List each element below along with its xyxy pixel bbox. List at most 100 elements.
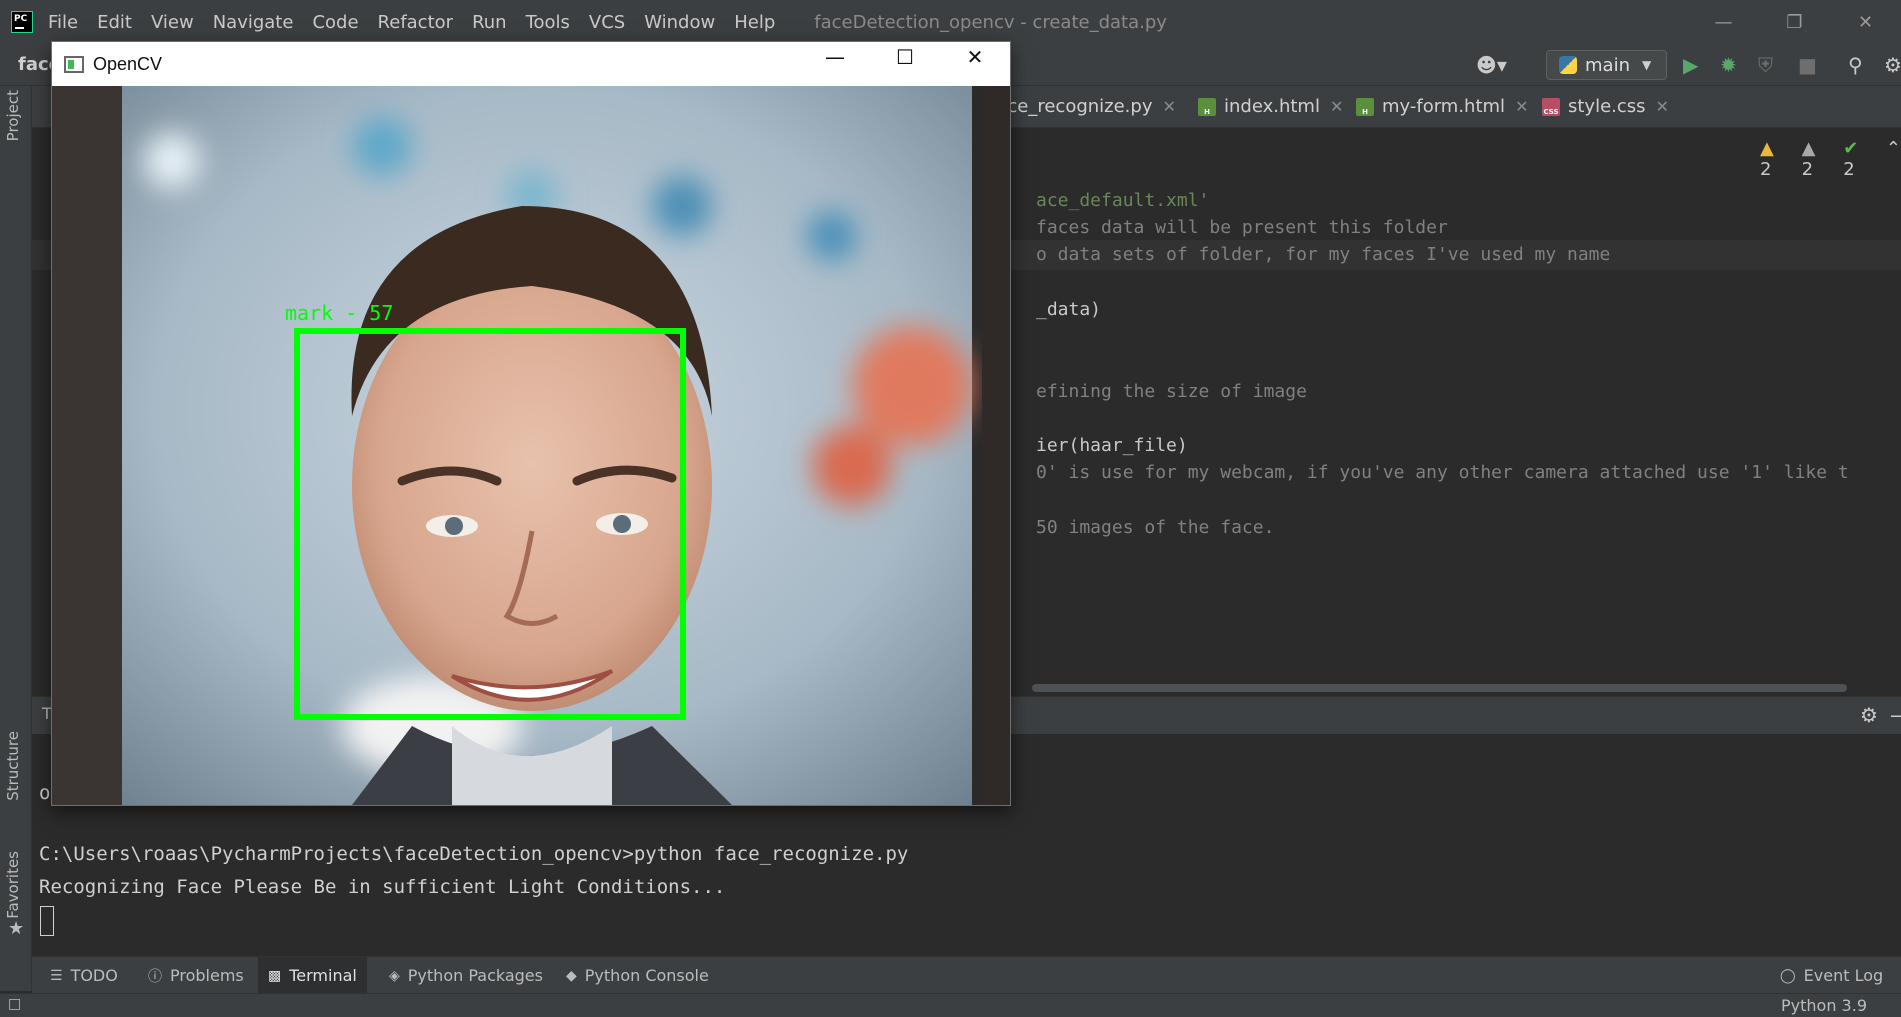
stop-icon[interactable]: ■ [1798,53,1817,77]
terminal-cursor [40,906,54,936]
tab-label: TODO [70,966,118,985]
tab-label: Python Packages [407,966,543,985]
hide-icon[interactable]: — [1890,703,1901,727]
warning-count: 2 [1760,159,1772,180]
run-configuration-label: main [1585,54,1630,76]
webcam-frame: mark - 57 [52,86,1010,805]
interpreter-status[interactable]: Python 3.9 [1781,996,1867,1015]
minimize-icon[interactable]: — [800,42,870,72]
chevron-up-icon[interactable]: ⌃ [1886,138,1901,180]
tab-face-recognize[interactable]: face_recognize.py ✕ [990,96,1176,117]
status-bar: □ Python 3.9 [0,993,1901,1017]
minimize-icon[interactable]: — [1688,0,1759,44]
menu-window[interactable]: Window [644,12,715,33]
favorites-tool-tab[interactable]: Favorites [4,851,22,919]
horizontal-scrollbar[interactable] [1032,684,1847,692]
chat-bubble-icon: ◯ [1780,967,1796,984]
tab-label: index.html [1224,96,1320,117]
event-log-button[interactable]: ◯ Event Log [1770,957,1893,994]
tab-label: Problems [170,966,244,985]
menu-view[interactable]: View [151,12,194,33]
project-tool-tab[interactable]: Project [4,90,22,141]
left-tool-strip: Project Structure Favorites ★ [0,86,32,991]
coverage-icon[interactable]: ⛨ [1758,53,1773,77]
gear-icon[interactable]: ⚙ [1860,703,1878,727]
chevron-down-icon: ▼ [1641,58,1652,72]
maximize-icon[interactable]: ☐ [870,42,940,72]
panel-toggle-icon[interactable]: □ [8,996,21,1012]
user-icon[interactable]: ☻▾ [1476,53,1507,77]
close-icon[interactable]: ✕ [1515,97,1528,116]
debug-icon[interactable]: ✹ [1720,53,1737,77]
menu-refactor[interactable]: Refactor [378,12,454,33]
code-line: 0' is use for my webcam, if you've any o… [1036,462,1849,483]
weak-warning-count: 2 [1801,159,1814,180]
inspection-widget[interactable]: ▲ 2 ▲ 2 ✔ 2 ⌃ [1760,138,1901,180]
tab-label: my-form.html [1382,96,1506,117]
ok-count: 2 [1843,159,1855,180]
tab-python-packages[interactable]: ◈ Python Packages [379,957,553,994]
menu-code[interactable]: Code [312,12,358,33]
close-icon[interactable]: ✕ [1330,97,1343,116]
python-icon: ◆ [566,967,577,984]
opencv-window-title: OpenCV [93,53,163,74]
tab-label: Terminal [289,966,357,985]
tab-my-form-html[interactable]: H my-form.html ✕ [1356,96,1528,117]
code-line: ier(haar_file) [1036,435,1188,456]
weak-warning-icon: ▲ [1801,138,1816,159]
terminal-line: C:\Users\roaas\PycharmProjects\faceDetec… [39,843,909,865]
search-icon[interactable]: ⚲ [1848,53,1863,77]
bottom-tool-tabs: ☰ TODO ⓘ Problems ▩ Terminal ◈ Python Pa… [32,956,1901,994]
code-line: ace_default.xml' [1036,190,1210,211]
html-file-icon: H [1356,97,1374,116]
code-line: faces data will be present this folder [1036,217,1448,238]
star-icon: ★ [8,918,25,939]
close-icon[interactable]: ✕ [1162,97,1175,116]
window-title: faceDetection_opencv - create_data.py [814,11,1167,33]
restore-icon[interactable]: ❐ [1759,0,1830,44]
close-icon[interactable]: ✕ [940,42,1010,72]
menu-help[interactable]: Help [734,12,775,33]
run-icon[interactable]: ▶ [1683,53,1698,77]
opencv-window-controls: — ☐ ✕ [800,42,1010,72]
menu-edit[interactable]: Edit [97,12,132,33]
tab-todo[interactable]: ☰ TODO [40,957,128,994]
code-line: _data) [1036,299,1102,320]
tab-label: face_recognize.py [990,96,1153,117]
tab-python-console[interactable]: ◆ Python Console [556,957,719,994]
alert-icon: ⓘ [148,968,162,985]
menu-vcs[interactable]: VCS [589,12,625,33]
close-icon[interactable]: ✕ [1656,97,1669,116]
structure-tool-tab[interactable]: Structure [4,731,22,801]
tab-label: Python Console [584,966,709,985]
menu-bar: PC File Edit View Navigate Code Refactor… [0,0,1901,44]
gear-icon[interactable]: ⚙ [1884,53,1901,77]
menu-run[interactable]: Run [472,12,507,33]
check-icon: ✔ [1843,138,1859,159]
menu-tools[interactable]: Tools [526,12,570,33]
tab-problems[interactable]: ⓘ Problems [138,957,254,994]
opencv-titlebar[interactable]: OpenCV — ☐ ✕ [52,42,1010,86]
event-log-label: Event Log [1803,966,1884,985]
tab-terminal[interactable]: ▩ Terminal [258,957,367,994]
window-controls: — ❐ ✕ [1688,0,1901,44]
opencv-window-icon [64,55,84,73]
opencv-window[interactable]: OpenCV — ☐ ✕ mark - 57 [51,41,1011,806]
main-menu: File Edit View Navigate Code Refactor Ru… [48,12,794,33]
css-file-icon: CSS [1542,97,1560,116]
terminal-line: Recognizing Face Please Be in sufficient… [39,876,726,898]
layers-icon: ◈ [389,967,400,984]
terminal-icon: ▩ [268,967,282,984]
tab-style-css[interactable]: CSS style.css ✕ [1542,96,1669,117]
html-file-icon: H [1198,97,1216,116]
webcam-photo: mark - 57 [52,86,1010,805]
run-configuration-select[interactable]: main ▼ [1546,50,1667,80]
pycharm-logo-icon: PC [11,11,33,33]
tab-index-html[interactable]: H index.html ✕ [1198,96,1343,117]
menu-navigate[interactable]: Navigate [213,12,294,33]
warning-icon: ▲ [1760,138,1774,159]
code-line: efining the size of image [1036,381,1307,402]
menu-file[interactable]: File [48,12,78,33]
close-icon[interactable]: ✕ [1830,0,1901,44]
list-icon: ☰ [50,967,63,984]
